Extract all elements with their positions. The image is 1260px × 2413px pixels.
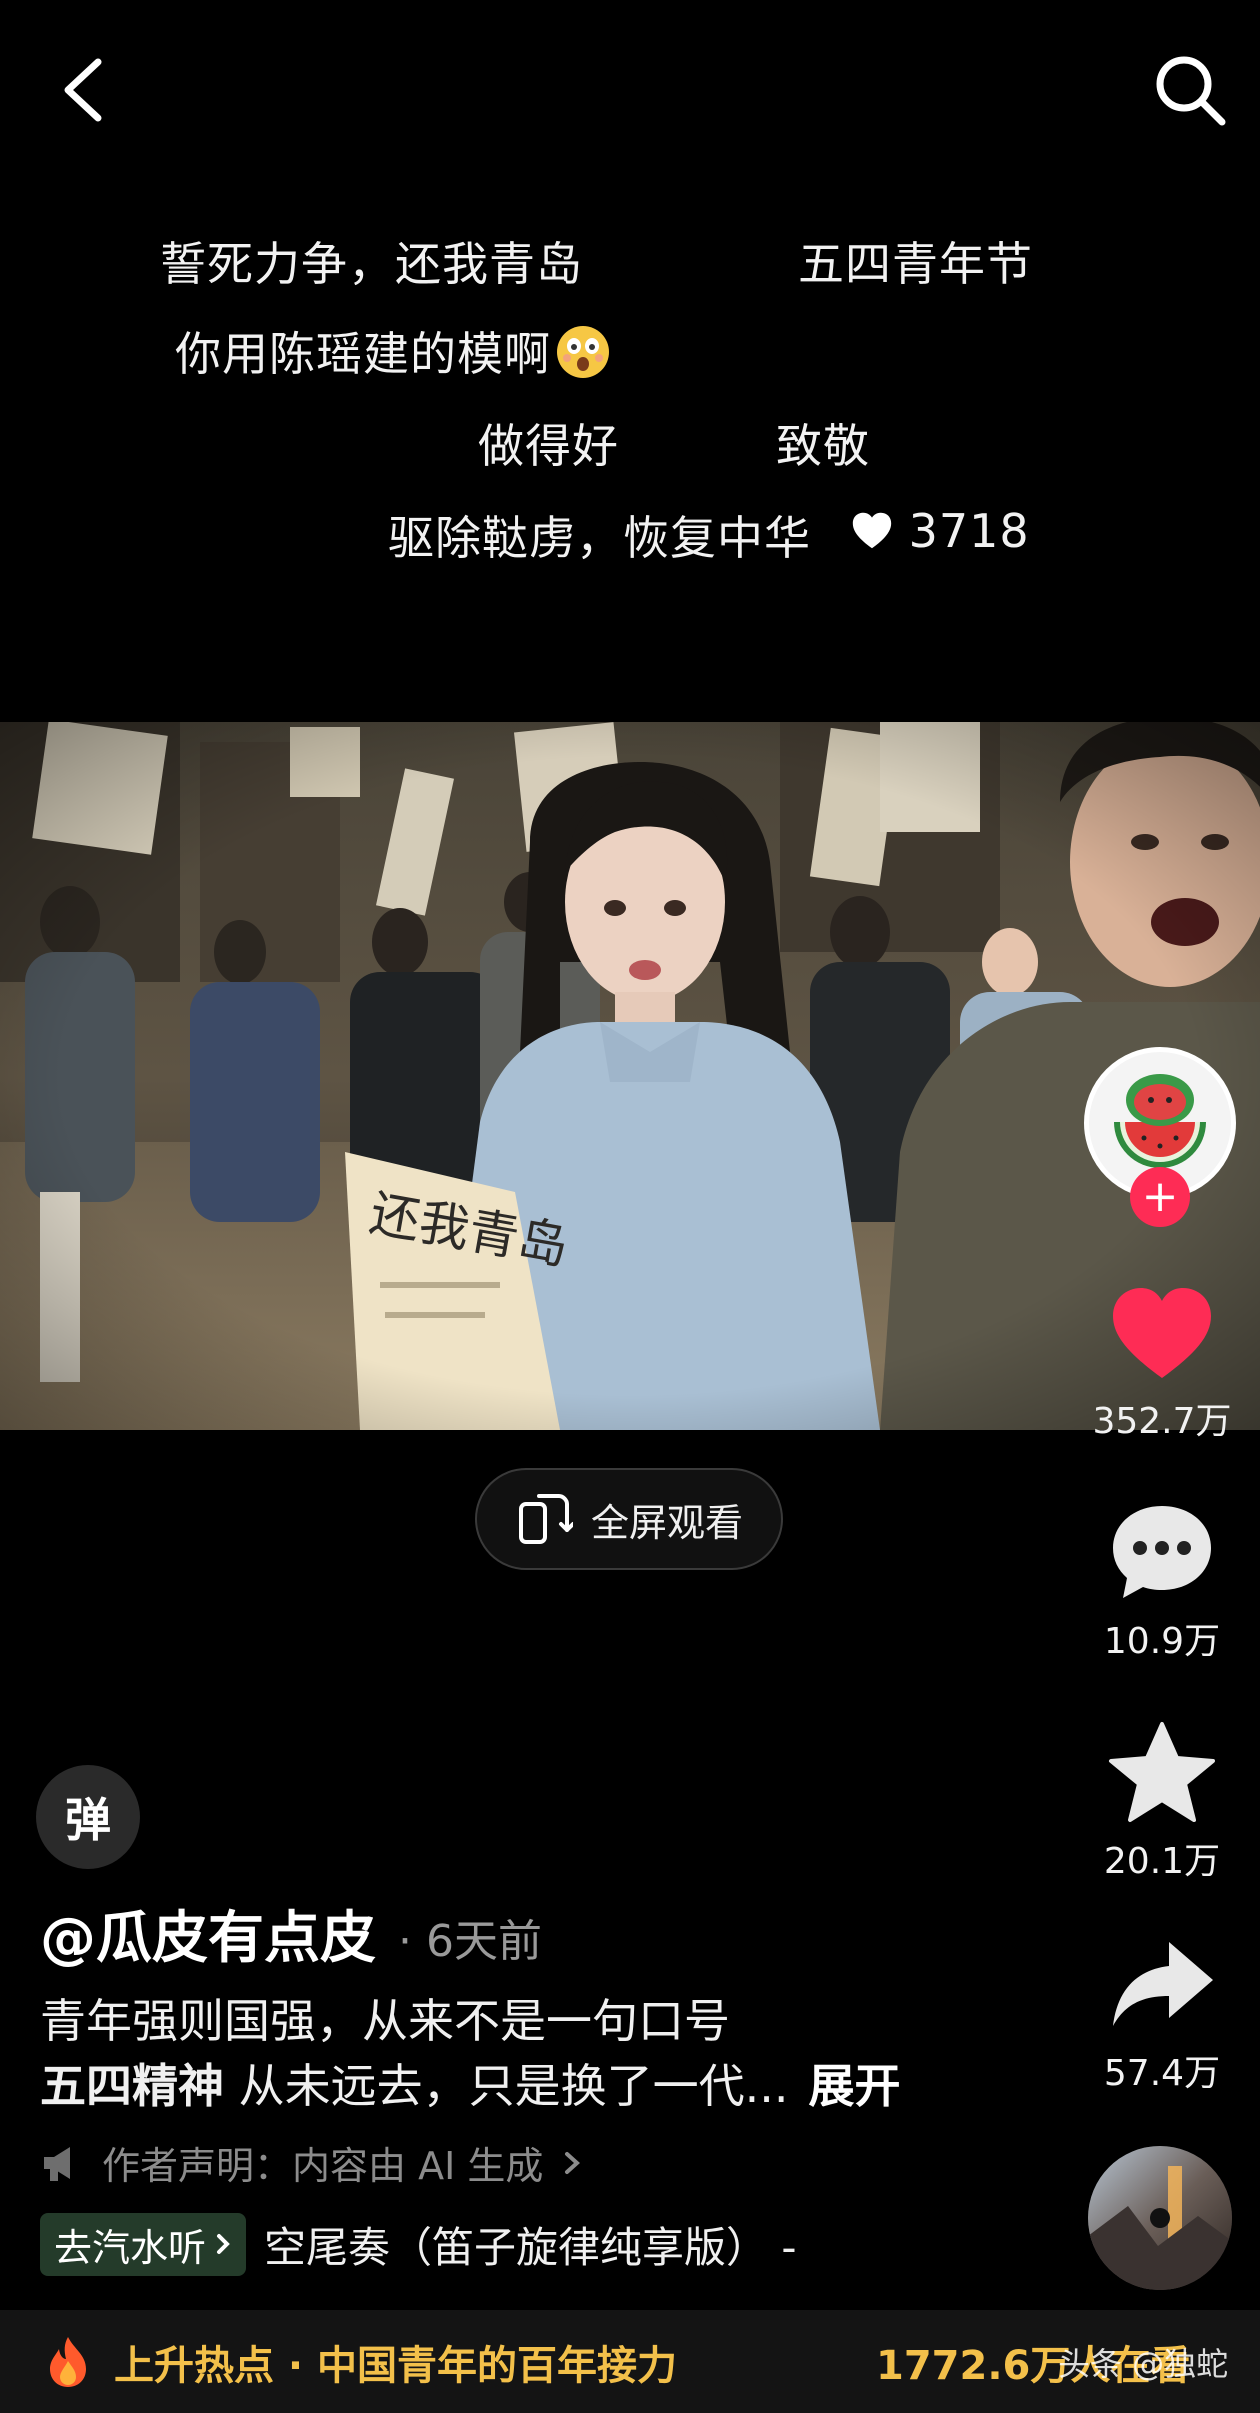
ai-declaration-text: 作者声明：内容由 AI 生成 [102,2144,544,2188]
heart-icon [1113,1288,1211,1378]
star-icon [1109,1722,1215,1822]
back-icon [64,58,102,122]
listen-label: 去汽水听 [54,2225,207,2270]
danmaku-comment: 做得好 [478,419,619,473]
caption-text: 从未远去，只是换了一代... [224,2059,789,2113]
comment-icon [1113,1506,1211,1598]
trending-bar[interactable]: 上升热点 · 中国青年的百年接力 1772.6万人在看 头条 @独蛇 [0,2310,1260,2413]
post-time: · 6天前 [398,1916,542,1967]
danmaku-comment: 誓死力争，还我青岛 [160,237,583,291]
astonished-face-icon [557,326,609,378]
music-title: 空尾奏（笛子旋律纯享版） - [264,2222,797,2272]
author-name[interactable]: @瓜皮有点皮 [40,1893,376,1974]
listen-on-qishui-button[interactable]: 去汽水听 [40,2212,247,2276]
share-button[interactable]: 57.4万 [1062,1936,1260,2096]
ai-declaration[interactable]: 作者声明：内容由 AI 生成 [40,2135,583,2190]
trending-topic: 上升热点 · 中国青年的百年接力 [114,2342,678,2389]
search-icon [1156,56,1226,126]
danmaku-toggle-label: 弹 [65,1793,111,1847]
music-row[interactable]: 去汽水听 空尾奏（笛子旋律纯享版） - [40,2212,797,2276]
fire-icon [50,2336,86,2387]
caption-hashtag[interactable]: 五四精神 [40,2059,224,2113]
comment-count: 10.9万 [1103,1621,1221,1662]
danmaku-like-count: 3718 [908,504,1030,558]
danmaku-text: 驱除鞑虏，恢复中华 [388,511,811,565]
music-cover-image [1088,2146,1232,2290]
comment-button[interactable]: 10.9万 [1062,1500,1260,1664]
favorite-count: 20.1万 [1103,1841,1221,1882]
danmaku-like[interactable]: 3718 [849,504,1030,558]
heart-icon [852,512,891,549]
expand-button[interactable]: 展开 [809,2059,901,2113]
search-button[interactable] [1150,50,1230,130]
like-button[interactable]: 352.7万 [1062,1284,1260,1444]
plus-icon: + [1141,1171,1179,1222]
watermark: 头条 @独蛇 [1058,2344,1229,2383]
follow-button[interactable]: + [1130,1167,1190,1227]
music-disc[interactable] [1088,2146,1232,2290]
back-button[interactable] [50,50,120,130]
caption-line-1: 青年强则国强，从来不是一句口号 [40,1994,730,2048]
like-count: 352.7万 [1092,1401,1232,1442]
megaphone-icon [44,2146,70,2181]
fullscreen-label: 全屏观看 [590,1500,743,1545]
danmaku-comment: 驱除鞑虏，恢复中华 3718 [388,502,1030,568]
danmaku-comment: 五四青年节 [798,237,1033,291]
danmaku-toggle-button[interactable]: 弹 [36,1765,140,1869]
danmaku-text: 你用陈瑶建的模啊 [175,327,551,381]
favorite-button[interactable]: 20.1万 [1062,1720,1260,1884]
share-icon [1113,1942,1213,2026]
danmaku-comment: 致敬 [776,419,870,473]
fullscreen-button[interactable]: 全屏观看 [475,1468,783,1570]
danmaku-comment: 你用陈瑶建的模啊 [175,318,611,384]
chevron-right-icon [565,2151,581,2174]
share-count: 57.4万 [1103,2053,1221,2094]
chevron-right-icon [217,2234,230,2254]
caption-line-2: 五四精神 从未远去，只是换了一代... 展开 [40,2050,901,2116]
fullscreen-icon [518,1494,573,1544]
